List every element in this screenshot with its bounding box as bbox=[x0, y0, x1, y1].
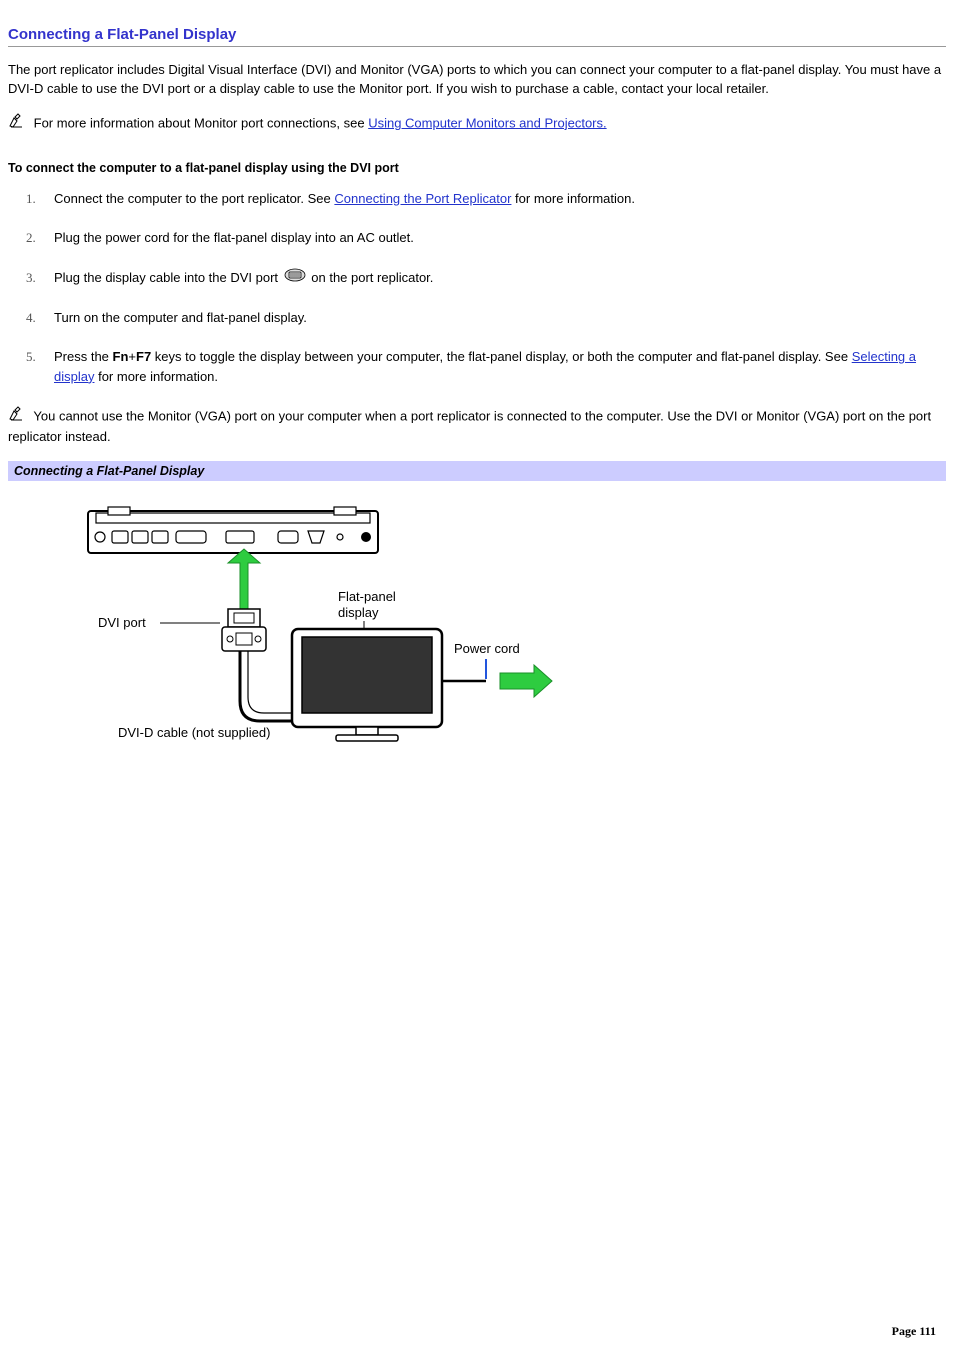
step-1: 1. Connect the computer to the port repl… bbox=[54, 189, 946, 209]
connection-diagram: DVI port Flat-panel display Power cord D… bbox=[8, 481, 946, 764]
dvi-connector-graphic bbox=[222, 609, 292, 721]
label-power-cord: Power cord bbox=[454, 641, 520, 656]
handwriting-icon bbox=[8, 406, 28, 428]
step-1-pre: Connect the computer to the port replica… bbox=[54, 191, 334, 206]
note1-text-pre: For more information about Monitor port … bbox=[34, 115, 369, 130]
page-title: Connecting a Flat-Panel Display bbox=[8, 26, 946, 47]
step-1-post: for more information. bbox=[511, 191, 635, 206]
port-replicator-graphic bbox=[88, 507, 378, 553]
label-dvi-cable: DVI-D cable (not supplied) bbox=[118, 725, 270, 740]
arrow-right-icon bbox=[500, 665, 552, 697]
step-3-post: on the port replicator. bbox=[311, 270, 433, 285]
step-number: 3. bbox=[26, 268, 36, 288]
procedure-heading: To connect the computer to a flat-panel … bbox=[8, 161, 946, 175]
step-number: 5. bbox=[26, 347, 36, 367]
label-flat-panel-l2: display bbox=[338, 605, 379, 620]
figure-caption: Connecting a Flat-Panel Display bbox=[8, 461, 946, 481]
step-3: 3. Plug the display cable into the DVI p… bbox=[54, 268, 946, 288]
key-fn: Fn bbox=[113, 349, 129, 364]
step-number: 4. bbox=[26, 308, 36, 328]
note-vga-warning: You cannot use the Monitor (VGA) port on… bbox=[8, 406, 946, 447]
step-5-pre: Press the bbox=[54, 349, 113, 364]
key-f7: F7 bbox=[136, 349, 151, 364]
link-port-replicator[interactable]: Connecting the Port Replicator bbox=[334, 191, 511, 206]
label-dvi-port: DVI port bbox=[98, 615, 146, 630]
step-4-text: Turn on the computer and flat-panel disp… bbox=[54, 310, 307, 325]
step-5-post: for more information. bbox=[94, 369, 218, 384]
step-number: 1. bbox=[26, 189, 36, 209]
step-2: 2. Plug the power cord for the flat-pane… bbox=[54, 228, 946, 248]
arrow-up-icon bbox=[228, 549, 260, 609]
step-2-text: Plug the power cord for the flat-panel d… bbox=[54, 230, 414, 245]
step-5-mid: keys to toggle the display between your … bbox=[151, 349, 852, 364]
step-4: 4. Turn on the computer and flat-panel d… bbox=[54, 308, 946, 328]
page-number: Page 111 bbox=[892, 1324, 936, 1339]
step-3-pre: Plug the display cable into the DVI port bbox=[54, 270, 282, 285]
handwriting-icon bbox=[8, 113, 28, 135]
steps-list: 1. Connect the computer to the port repl… bbox=[8, 189, 946, 387]
label-flat-panel-l1: Flat-panel bbox=[338, 589, 396, 604]
step-5: 5. Press the Fn+F7 keys to toggle the di… bbox=[54, 347, 946, 386]
intro-paragraph: The port replicator includes Digital Vis… bbox=[8, 61, 946, 99]
note-more-info: For more information about Monitor port … bbox=[8, 113, 946, 135]
note2-text: You cannot use the Monitor (VGA) port on… bbox=[8, 409, 931, 444]
link-monitors-projectors[interactable]: Using Computer Monitors and Projectors. bbox=[368, 115, 606, 130]
dvi-port-icon bbox=[284, 268, 306, 288]
plus: + bbox=[128, 349, 136, 364]
step-number: 2. bbox=[26, 228, 36, 248]
